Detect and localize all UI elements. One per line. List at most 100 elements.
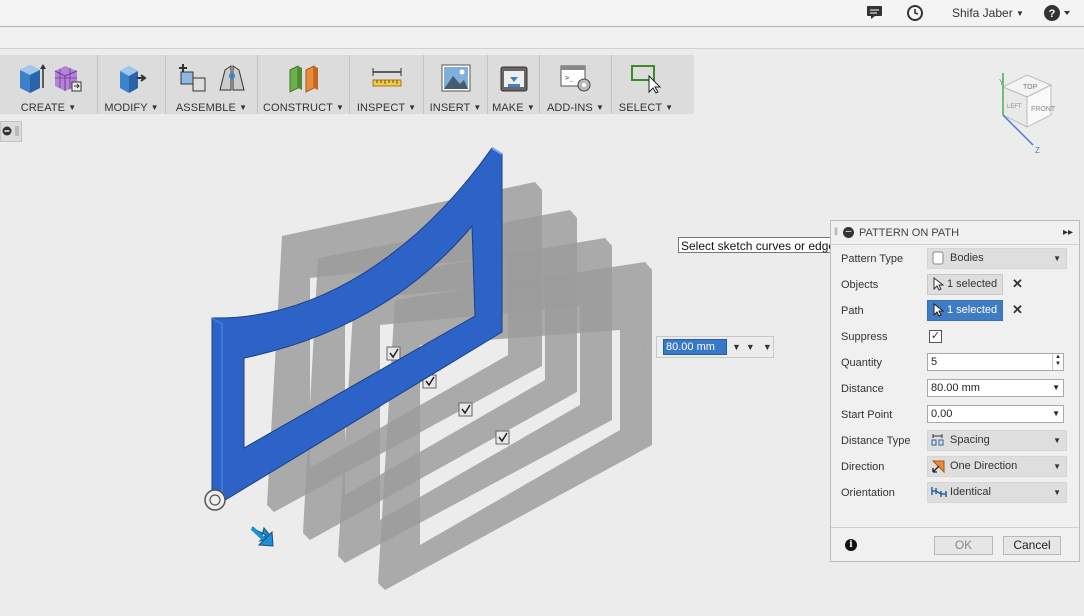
insert-menu[interactable]: INSERT ▼ — [424, 55, 488, 114]
direction-row: Direction One Direction ▼ — [831, 456, 1081, 478]
orientation-label: Orientation — [841, 487, 895, 499]
construct-menu[interactable]: CONSTRUCT ▼ — [258, 55, 350, 114]
objects-row: Objects 1 selected ✕ — [831, 274, 1081, 296]
pattern-type-label: Pattern Type — [841, 253, 904, 265]
clear-path-close-icon[interactable]: ✕ — [1012, 302, 1023, 318]
scripts-addins-icon[interactable]: >_ — [559, 62, 593, 94]
suppress-checkbox[interactable]: ✓ — [929, 330, 942, 343]
joint-icon[interactable] — [217, 62, 247, 94]
expand-icon[interactable]: ▸▸ — [1063, 227, 1073, 238]
body-icon — [931, 251, 945, 272]
inspect-menu[interactable]: INSPECT ▼ — [350, 55, 424, 114]
add-ins-menu[interactable]: >_ ADD-INS ▼ — [540, 55, 612, 114]
user-menu[interactable]: Shifa Jaber ▼ — [952, 6, 1024, 20]
chevron-down-icon[interactable]: ▼ — [746, 342, 755, 352]
create-label: CREATE ▼ — [20, 102, 77, 114]
path-value: 1 selected — [947, 304, 998, 316]
direction-dropdown[interactable]: One Direction ▼ — [927, 456, 1067, 477]
distance-type-value: Spacing — [950, 434, 990, 446]
suppress-label: Suppress — [841, 331, 888, 343]
distance-manipulator-input[interactable] — [663, 339, 727, 355]
select-icon[interactable] — [629, 62, 663, 94]
chevron-down-icon[interactable]: ▼ — [1052, 406, 1060, 422]
chevron-down-icon: ▼ — [1053, 462, 1061, 471]
orientation-dropdown[interactable]: Identical ▼ — [927, 482, 1067, 503]
clear-objects-close-icon[interactable]: ✕ — [1012, 276, 1023, 292]
objects-label: Objects — [841, 279, 879, 291]
direction-value: One Direction — [950, 460, 1018, 472]
distance-field[interactable]: 80.00 mm ▼ — [927, 379, 1064, 397]
resize-grip: ⋮ — [639, 342, 649, 353]
select-menu[interactable]: SELECT ▼ — [612, 55, 680, 114]
pattern-type-value: Bodies — [950, 252, 984, 264]
pattern-on-path-dialog: ‖ – PATTERN ON PATH ▸▸ Pattern Type Bodi… — [830, 220, 1080, 562]
user-name: Shifa Jaber — [952, 6, 1013, 20]
3d-print-icon[interactable] — [498, 62, 530, 94]
distance-label: Distance — [841, 383, 884, 395]
dialog-footer: i OK Cancel — [831, 527, 1079, 561]
objects-value: 1 selected — [947, 278, 998, 290]
pattern-type-dropdown[interactable]: Bodies ▼ — [927, 248, 1067, 269]
quantity-stepper[interactable]: 5 ▲ ▼ — [927, 353, 1064, 371]
new-component-icon[interactable] — [177, 62, 211, 94]
cursor-icon — [932, 302, 945, 324]
select-label: SELECT ▼ — [618, 102, 674, 114]
chevron-down-icon[interactable]: ▼ — [763, 342, 772, 352]
ok-button[interactable]: OK — [934, 536, 993, 555]
modify-menu[interactable]: MODIFY ▼ — [98, 55, 166, 114]
chevron-down-icon[interactable]: ▼ — [732, 342, 741, 352]
clock-icon[interactable] — [906, 4, 924, 25]
inspect-label: INSPECT ▼ — [356, 102, 417, 114]
drag-grip-icon[interactable]: ‖ — [834, 227, 838, 238]
form-box-icon[interactable] — [52, 62, 82, 94]
orientation-value: Identical — [950, 486, 991, 498]
objects-select-button[interactable]: 1 selected — [927, 274, 1003, 295]
distance-type-label: Distance Type — [841, 435, 911, 447]
orientation-row: Orientation Identical ▼ — [831, 482, 1081, 504]
chevron-down-icon[interactable]: ▼ — [1052, 380, 1060, 396]
extrude-icon[interactable] — [16, 62, 46, 94]
svg-text:⋮: ⋮ — [639, 342, 649, 353]
viewcube-left-label[interactable]: LEFT — [1007, 104, 1022, 110]
application-title-bar: Shifa Jaber ▼ ? — [0, 0, 1084, 27]
spacing-icon — [931, 433, 945, 454]
direction-arrow-icon[interactable] — [250, 526, 274, 547]
viewcube-top-label[interactable]: TOP — [1023, 84, 1038, 91]
offset-plane-icon[interactable] — [286, 62, 322, 94]
press-pull-icon[interactable] — [116, 62, 148, 94]
viewcube-front-label[interactable]: FRONT — [1031, 106, 1056, 113]
path-start-icon[interactable] — [204, 489, 226, 511]
distance-row: Distance 80.00 mm ▼ — [831, 378, 1081, 400]
spinner-arrows-icon[interactable]: ▲ ▼ — [1052, 354, 1063, 370]
z-axis-label: Z — [1035, 146, 1040, 155]
collapse-icon[interactable]: – — [843, 227, 854, 238]
tab-strip — [0, 28, 1084, 49]
comment-icon[interactable] — [866, 4, 884, 23]
svg-text:?: ? — [1049, 8, 1056, 20]
assemble-menu[interactable]: ASSEMBLE ▼ — [166, 55, 258, 114]
make-menu[interactable]: MAKE ▼ — [488, 55, 540, 114]
viewcube[interactable]: TOP LEFT FRONT Y Z — [985, 63, 1065, 155]
suppress-row: Suppress ✓ — [831, 329, 1081, 351]
cancel-button[interactable]: Cancel — [1003, 536, 1061, 555]
dialog-header[interactable]: ‖ – PATTERN ON PATH ▸▸ — [831, 221, 1079, 245]
start-point-label: Start Point — [841, 409, 893, 421]
modify-label: MODIFY ▼ — [104, 102, 159, 114]
insert-image-icon[interactable] — [440, 62, 472, 94]
info-icon[interactable]: i — [845, 539, 857, 551]
help-icon[interactable]: ? — [1043, 4, 1073, 25]
create-menu[interactable]: CREATE ▼ — [0, 55, 98, 114]
y-axis-label: Y — [999, 78, 1005, 87]
chevron-down-icon: ▼ — [1053, 436, 1061, 445]
quantity-value: 5 — [931, 356, 938, 368]
path-select-button[interactable]: 1 selected — [927, 300, 1003, 321]
direction-label: Direction — [841, 461, 885, 473]
distance-type-dropdown[interactable]: Spacing ▼ — [927, 430, 1067, 451]
chevron-down-icon: ▼ — [1016, 9, 1024, 18]
one-direction-icon — [931, 459, 947, 481]
start-point-field[interactable]: 0.00 ▼ — [927, 405, 1064, 423]
svg-text:>_: >_ — [565, 74, 574, 82]
measure-icon[interactable] — [370, 62, 404, 94]
distance-manipulator[interactable]: ▼ ▼ ▼ — [656, 336, 774, 358]
add-ins-label: ADD-INS ▼ — [546, 102, 605, 114]
